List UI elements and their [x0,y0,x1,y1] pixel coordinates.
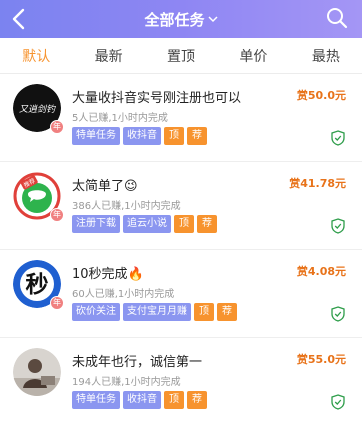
task-title: 10秒完成🔥 [72,267,144,282]
tab-default[interactable]: 默认 [0,38,72,73]
recommended-flag: 荐 [217,303,237,321]
search-icon[interactable] [326,7,348,29]
task-item[interactable]: 秒 年 10秒完成🔥 60人已赚,1小时内完成 砍价关注 支付宝月月赚 顶 荐 … [0,250,362,338]
task-title: 未成年也行，诚信第一 [72,355,203,370]
reward-amount: 赏4.08元 [296,265,346,278]
task-meta: 194人已赚,1小时内完成 [72,377,181,388]
pinned-flag: 顶 [164,391,184,409]
recommended-flag: 荐 [197,215,217,233]
reward-amount: 赏41.78元 [289,177,346,190]
tag-label: 支付宝月月赚 [123,303,191,321]
tag-label: 收抖音 [123,391,161,409]
tag-label: 追云小说 [123,215,171,233]
year-badge: 年 [50,296,64,310]
tag-row: 注册下载 追云小说 顶 荐 [72,215,217,233]
tag-label: 特单任务 [72,391,120,409]
tag-label: 特单任务 [72,127,120,145]
title-dropdown[interactable]: 全部任务 [0,0,362,38]
tab-pinned[interactable]: 置顶 [145,38,217,73]
tab-hottest[interactable]: 最热 [290,38,362,73]
avatar [13,348,61,396]
task-meta: 5人已赚,1小时内完成 [72,113,168,124]
task-meta: 60人已赚,1小时内完成 [72,289,175,300]
tag-label: 收抖音 [123,127,161,145]
shield-check-icon [331,218,345,234]
task-list: 又逍剑钓 年 大量收抖音实号刚注册也可以 5人已赚,1小时内完成 特单任务 收抖… [0,74,362,424]
top-bar: 全部任务 [0,0,362,38]
tag-label: 注册下载 [72,215,120,233]
tab-unit-price[interactable]: 单价 [217,38,289,73]
reward-amount: 赏55.0元 [296,353,346,366]
sort-tabs: 默认 最新 置顶 单价 最热 [0,38,362,74]
task-title: 太简单了😉 [72,179,138,194]
pinned-flag: 顶 [164,127,184,145]
task-item[interactable]: 推荐 年 太简单了😉 386人已赚,1小时内完成 注册下载 追云小说 顶 荐 赏… [0,162,362,250]
task-item[interactable]: 未成年也行，诚信第一 194人已赚,1小时内完成 特单任务 收抖音 顶 荐 赏5… [0,338,362,424]
tag-row: 特单任务 收抖音 顶 荐 [72,391,207,409]
year-badge: 年 [50,120,64,134]
recommended-flag: 荐 [187,391,207,409]
tag-row: 砍价关注 支付宝月月赚 顶 荐 [72,303,237,321]
pinned-flag: 顶 [194,303,214,321]
tab-newest[interactable]: 最新 [72,38,144,73]
page-title: 全部任务 [144,10,205,29]
pinned-flag: 顶 [174,215,194,233]
recommended-flag: 荐 [187,127,207,145]
task-title: 大量收抖音实号刚注册也可以 [72,91,242,106]
chevron-down-icon [207,16,218,23]
tag-row: 特单任务 收抖音 顶 荐 [72,127,207,145]
year-badge: 年 [50,208,64,222]
tag-label: 砍价关注 [72,303,120,321]
avatar-logo-text: 秒 [26,272,49,298]
task-meta: 386人已赚,1小时内完成 [72,201,181,212]
shield-check-icon [331,394,345,410]
shield-check-icon [331,306,345,322]
reward-amount: 赏50.0元 [296,89,346,102]
task-item[interactable]: 又逍剑钓 年 大量收抖音实号刚注册也可以 5人已赚,1小时内完成 特单任务 收抖… [0,74,362,162]
avatar-logo-text: 又逍剑钓 [19,104,56,115]
shield-check-icon [331,130,345,146]
